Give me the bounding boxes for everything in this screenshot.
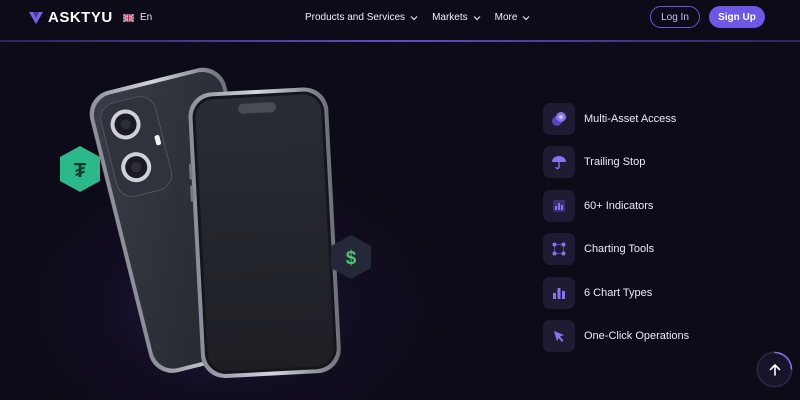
front-phone	[188, 87, 341, 378]
feature-label: 60+ Indicators	[584, 199, 654, 212]
header-divider	[0, 40, 800, 42]
indicators-icon	[543, 189, 575, 222]
feature-label: 6 Chart Types	[584, 286, 653, 299]
logo-text: ASKTYU	[48, 9, 113, 26]
nav-label: Markets	[432, 12, 468, 23]
feature-label: One-Click Operations	[584, 329, 690, 342]
site-header: ASKTYU En Products and Services Markets …	[0, 0, 800, 40]
dollar-coin: $	[331, 235, 371, 279]
cursor-click-icon	[543, 319, 575, 352]
feature-charting-tools: Charting Tools	[543, 233, 689, 266]
main-nav: Products and Services Markets More	[305, 12, 530, 23]
tether-icon: ₮	[74, 160, 86, 182]
tether-coin: ₮	[60, 146, 100, 192]
signup-button[interactable]: Sign Up	[709, 6, 765, 28]
features-list: Multi-Asset Access Trailing Stop 60+ Ind…	[543, 103, 689, 363]
phones-illustration	[89, 67, 341, 378]
nav-label: Products and Services	[305, 12, 406, 23]
chevron-down-icon	[473, 15, 481, 20]
dollar-icon: $	[346, 248, 357, 269]
charting-tools-icon	[543, 233, 575, 266]
umbrella-icon	[543, 146, 575, 179]
feature-label: Trailing Stop	[584, 156, 646, 169]
feature-label: Charting Tools	[584, 243, 655, 256]
feature-chart-types: 6 Chart Types	[543, 276, 689, 309]
brand-logo[interactable]: ASKTYU	[28, 9, 113, 26]
feature-trailing-stop: Trailing Stop	[543, 146, 689, 179]
bar-chart-icon	[543, 276, 575, 309]
nav-markets[interactable]: Markets	[432, 12, 481, 23]
login-button[interactable]: Log In	[650, 6, 700, 28]
chevron-down-icon	[522, 15, 530, 20]
nav-products-and-services[interactable]: Products and Services	[305, 12, 418, 23]
scroll-to-top-button[interactable]	[756, 351, 793, 388]
nav-label: More	[494, 12, 518, 23]
uk-flag-icon	[123, 13, 134, 22]
feature-multi-asset-access: Multi-Asset Access	[543, 103, 689, 135]
progress-ring	[756, 351, 793, 388]
nav-more[interactable]: More	[495, 12, 531, 23]
assets-icon	[543, 103, 575, 135]
feature-one-click-operations: One-Click Operations	[543, 319, 690, 352]
feature-label: Multi-Asset Access	[584, 113, 677, 125]
feature-indicators: 60+ Indicators	[543, 189, 689, 222]
logo-mark-icon	[29, 11, 43, 24]
language-label: En	[140, 12, 153, 23]
chevron-down-icon	[410, 15, 418, 20]
language-selector[interactable]: En	[123, 12, 152, 23]
